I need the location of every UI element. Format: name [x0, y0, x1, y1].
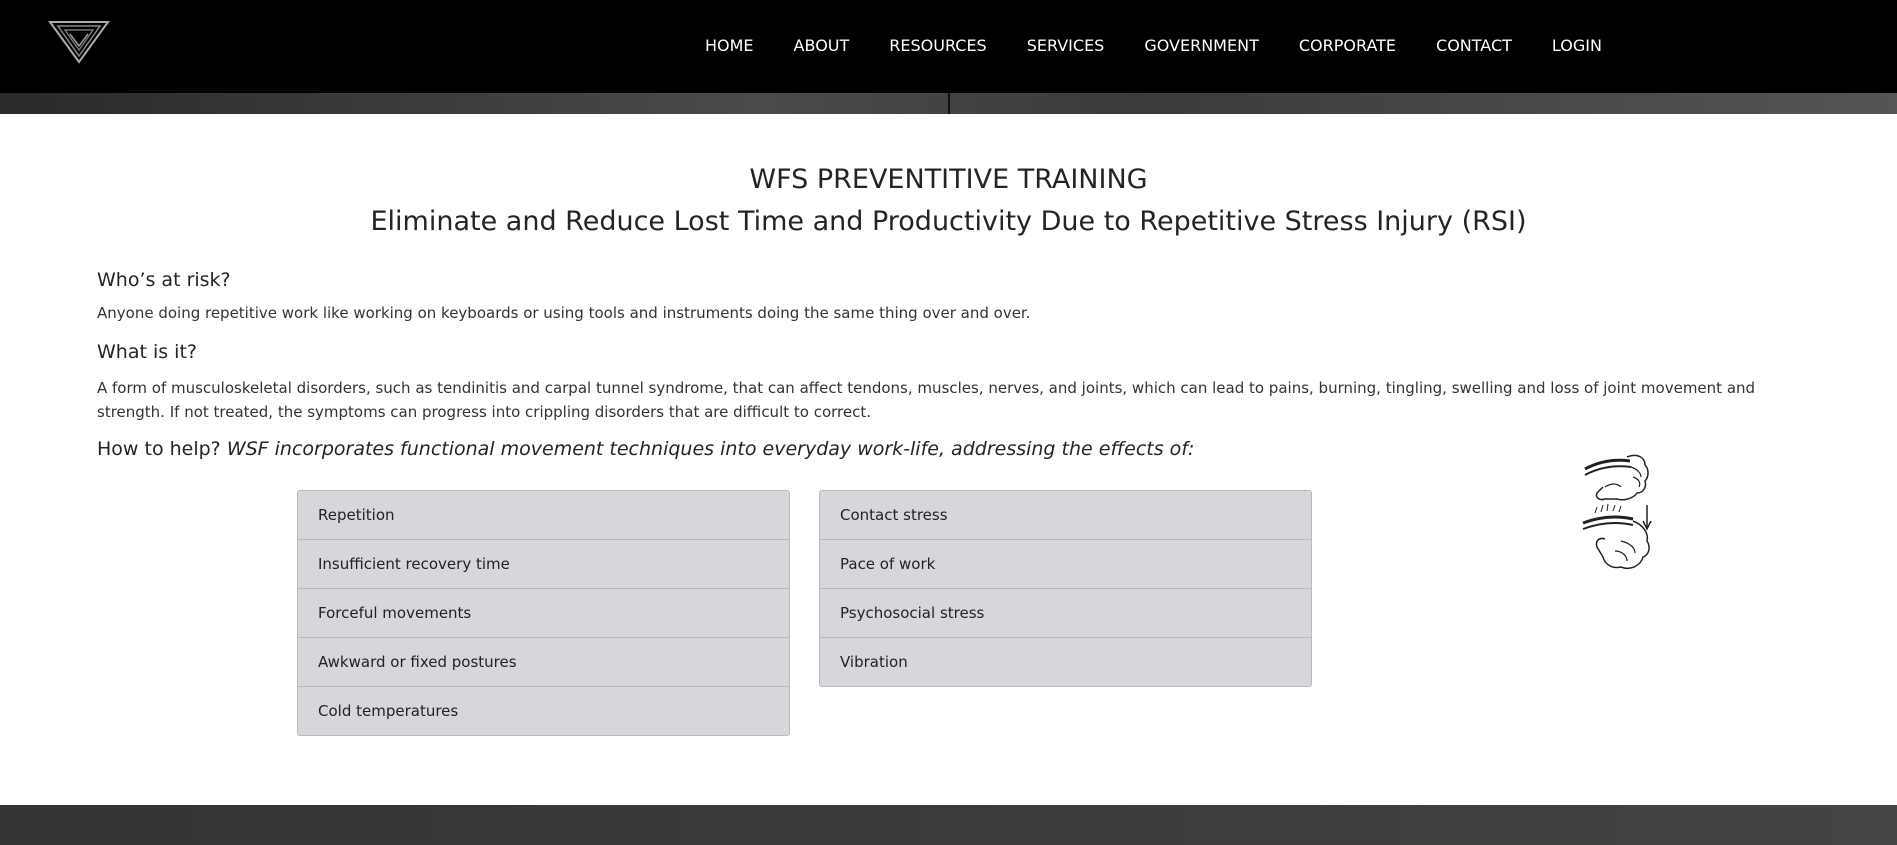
top-navbar: HOME ABOUT RESOURCES SERVICES GOVERNMENT…	[0, 0, 1897, 93]
nav-resources[interactable]: RESOURCES	[889, 36, 986, 55]
effects-list-right: Contact stress Pace of work Psychosocial…	[819, 490, 1312, 687]
help-description: WSF incorporates functional movement tec…	[226, 438, 1195, 460]
wrist-stress-icon	[1582, 454, 1652, 569]
wfs-logo-icon[interactable]	[48, 20, 110, 64]
effects-list-left: Repetition Insufficient recovery time Fo…	[297, 490, 790, 736]
nav-corporate[interactable]: CORPORATE	[1299, 36, 1396, 55]
list-item: Vibration	[840, 653, 908, 671]
main-nav: HOME ABOUT RESOURCES SERVICES GOVERNMENT…	[705, 36, 1642, 55]
footer-bar	[0, 805, 1897, 845]
help-line: How to help? WSF incorporates functional…	[97, 438, 1194, 460]
nav-login[interactable]: LOGIN	[1552, 36, 1602, 55]
nav-home[interactable]: HOME	[705, 36, 754, 55]
nav-government[interactable]: GOVERNMENT	[1144, 36, 1259, 55]
list-item: Psychosocial stress	[820, 589, 1311, 638]
what-heading: What is it?	[97, 341, 197, 363]
list-item: Pace of work	[820, 540, 1311, 589]
page-subtitle: Eliminate and Reduce Lost Time and Produ…	[370, 206, 1527, 237]
list-item: Awkward or fixed postures	[298, 638, 789, 687]
help-lead: How to help?	[97, 438, 221, 460]
list-item: Contact stress	[820, 491, 1311, 540]
list-item: Forceful movements	[298, 589, 789, 638]
nav-services[interactable]: SERVICES	[1027, 36, 1105, 55]
page-title: WFS PREVENTITIVE TRAINING	[749, 164, 1148, 195]
what-text: A form of musculoskeletal disorders, suc…	[97, 379, 1756, 421]
list-item: Repetition	[298, 491, 789, 540]
list-item: Cold temperatures	[318, 702, 459, 720]
risk-heading: Who’s at risk?	[97, 269, 231, 291]
risk-text: Anyone doing repetitive work like workin…	[97, 304, 1031, 322]
list-item: Insufficient recovery time	[298, 540, 789, 589]
nav-about[interactable]: ABOUT	[794, 36, 850, 55]
nav-contact[interactable]: CONTACT	[1436, 36, 1512, 55]
header-banner-strip	[0, 93, 1897, 114]
banner-divider	[948, 93, 950, 114]
